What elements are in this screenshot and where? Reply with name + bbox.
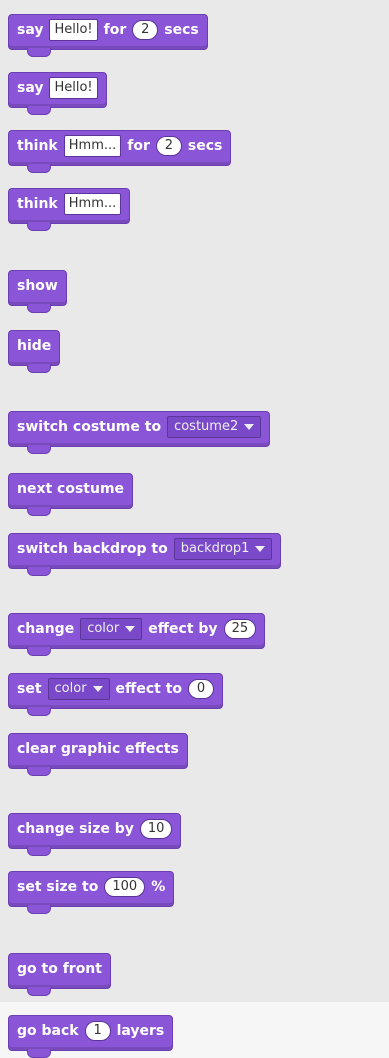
set-size-block[interactable]: set size to 100 % bbox=[8, 871, 175, 914]
effect-number-input[interactable]: 25 bbox=[223, 619, 257, 639]
dropdown-value: color bbox=[54, 681, 87, 696]
block-label: switch costume to bbox=[17, 419, 162, 435]
switch-costume-block[interactable]: switch costume to costume2 bbox=[8, 411, 271, 454]
go-back-layers-block[interactable]: go back 1 layers bbox=[8, 1015, 174, 1058]
block-label: change size by bbox=[17, 821, 134, 837]
dropdown-arrow-icon bbox=[92, 686, 103, 692]
set-effect-block[interactable]: set color effect to 0 bbox=[8, 673, 224, 716]
say-block[interactable]: say Hello! bbox=[8, 72, 107, 115]
size-number-input[interactable]: 100 bbox=[104, 877, 146, 897]
secs-number-input[interactable]: 2 bbox=[155, 136, 182, 156]
block-label: show bbox=[17, 278, 58, 294]
effect-dropdown[interactable]: color bbox=[80, 618, 143, 640]
clear-graphic-effects-block[interactable]: clear graphic effects bbox=[8, 733, 188, 776]
size-number-input[interactable]: 10 bbox=[139, 819, 173, 839]
backdrop-dropdown[interactable]: backdrop1 bbox=[173, 538, 273, 560]
say-text-input[interactable]: Hello! bbox=[49, 19, 98, 41]
think-block[interactable]: think Hmm... bbox=[8, 188, 131, 231]
block-label: say bbox=[17, 22, 44, 38]
think-for-secs-block[interactable]: think Hmm... for 2 secs bbox=[8, 130, 232, 173]
block-label: effect to bbox=[115, 681, 183, 697]
say-text-input[interactable]: Hello! bbox=[49, 77, 98, 99]
block-label: % bbox=[151, 879, 166, 895]
block-label: for bbox=[103, 22, 127, 38]
looks-blocks-palette: say Hello! for 2 secs say Hello! think H… bbox=[0, 0, 389, 1058]
block-label: think bbox=[17, 196, 58, 212]
think-text-input[interactable]: Hmm... bbox=[63, 135, 122, 157]
block-label: hide bbox=[17, 338, 52, 354]
effect-dropdown[interactable]: color bbox=[47, 678, 110, 700]
block-label: change bbox=[17, 621, 75, 637]
costume-dropdown[interactable]: costume2 bbox=[167, 416, 262, 438]
hide-block[interactable]: hide bbox=[8, 330, 61, 373]
block-label: go back bbox=[17, 1023, 79, 1039]
dropdown-arrow-icon bbox=[255, 546, 266, 552]
secs-number-input[interactable]: 2 bbox=[132, 20, 159, 40]
block-label: secs bbox=[187, 138, 223, 154]
think-text-input[interactable]: Hmm... bbox=[63, 193, 122, 215]
next-costume-block[interactable]: next costume bbox=[8, 473, 134, 516]
dropdown-value: backdrop1 bbox=[180, 541, 250, 556]
dropdown-arrow-icon bbox=[125, 626, 136, 632]
effect-number-input[interactable]: 0 bbox=[188, 679, 215, 699]
block-label: clear graphic effects bbox=[17, 741, 179, 757]
block-label: layers bbox=[116, 1023, 165, 1039]
show-block[interactable]: show bbox=[8, 270, 67, 313]
block-label: say bbox=[17, 80, 44, 96]
block-label: think bbox=[17, 138, 58, 154]
block-label: set size to bbox=[17, 879, 99, 895]
switch-backdrop-block[interactable]: switch backdrop to backdrop1 bbox=[8, 533, 282, 576]
say-for-secs-block[interactable]: say Hello! for 2 secs bbox=[8, 14, 208, 57]
change-size-block[interactable]: change size by 10 bbox=[8, 813, 182, 856]
layers-number-input[interactable]: 1 bbox=[84, 1021, 111, 1041]
dropdown-value: costume2 bbox=[174, 419, 239, 434]
go-to-front-block[interactable]: go to front bbox=[8, 953, 111, 996]
block-label: next costume bbox=[17, 481, 125, 497]
block-label: go to front bbox=[17, 961, 102, 977]
block-label: set bbox=[17, 681, 42, 697]
block-label: effect by bbox=[148, 621, 218, 637]
dropdown-arrow-icon bbox=[244, 424, 255, 430]
block-label: secs bbox=[164, 22, 199, 38]
block-label: switch backdrop to bbox=[17, 541, 168, 557]
dropdown-value: color bbox=[87, 621, 120, 636]
change-effect-block[interactable]: change color effect by 25 bbox=[8, 613, 266, 656]
block-label: for bbox=[127, 138, 150, 154]
